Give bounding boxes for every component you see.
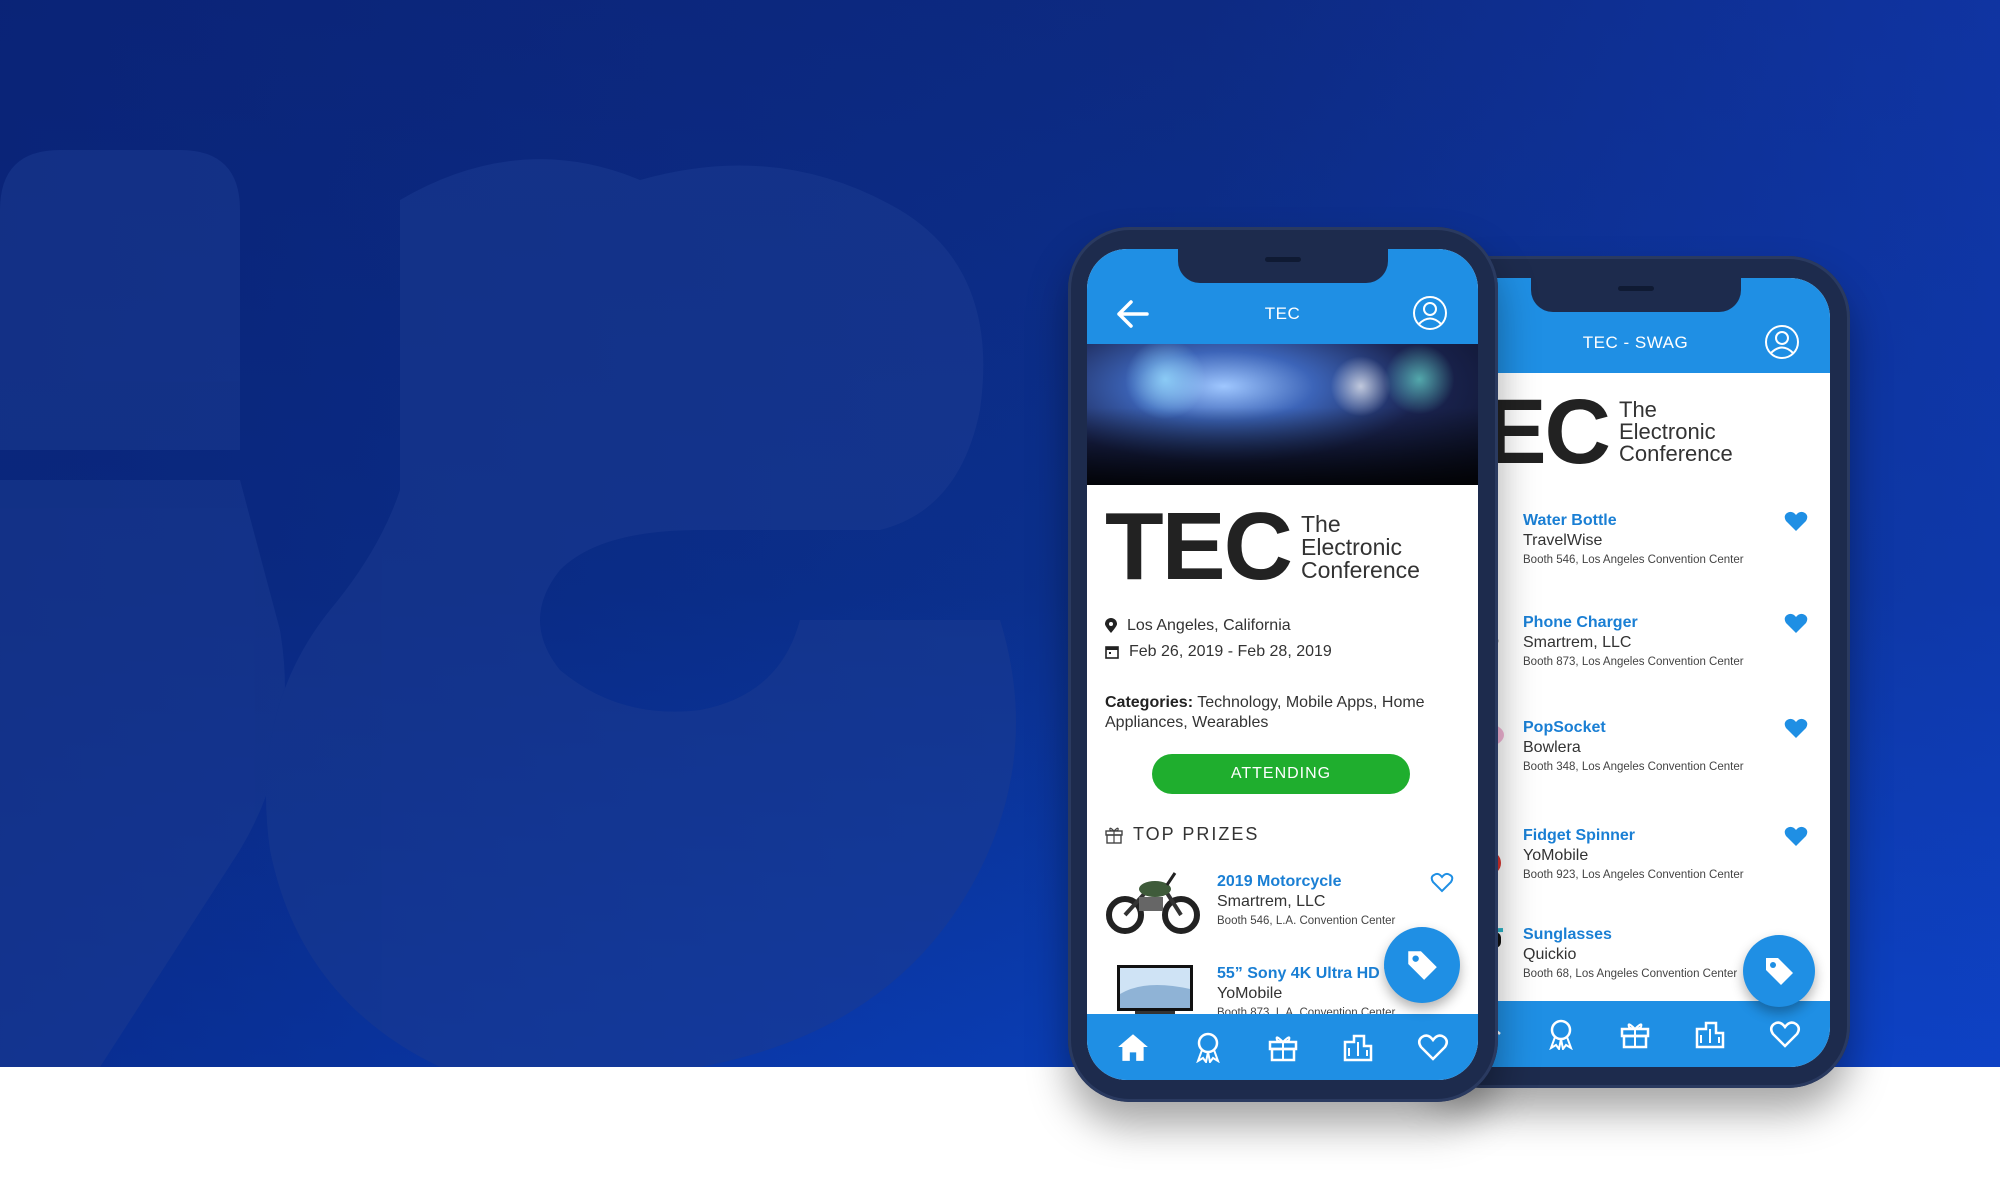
item-name[interactable]: Phone Charger <box>1523 614 1638 632</box>
item-company: YoMobile <box>1217 985 1283 1002</box>
item-booth: Booth 546, L.A. Convention Center <box>1217 915 1396 927</box>
tag-fab-button[interactable] <box>1743 935 1815 1007</box>
tab-exhibitors[interactable] <box>1338 1027 1378 1067</box>
favorite-heart-icon[interactable] <box>1784 510 1808 532</box>
event-brand-logo: TEC The Electronic Conference <box>1105 499 1420 595</box>
tab-prizes[interactable] <box>1263 1027 1303 1067</box>
favorite-heart-icon[interactable] <box>1784 717 1808 739</box>
location-text: Los Angeles, California <box>1127 617 1291 634</box>
tab-awards[interactable] <box>1188 1027 1228 1067</box>
item-company: YoMobile <box>1523 847 1589 864</box>
tag-icon <box>1766 958 1793 985</box>
tab-favorites[interactable] <box>1765 1014 1805 1054</box>
tab-awards[interactable] <box>1541 1014 1581 1054</box>
building-icon <box>1695 1021 1725 1049</box>
profile-icon[interactable] <box>1412 295 1448 331</box>
section-title-text: TOP PRIZES <box>1133 824 1260 844</box>
item-booth: Booth 873, Los Angeles Convention Center <box>1523 656 1744 668</box>
event-header-title: TEC <box>1264 304 1301 323</box>
brand-line-3: Conference <box>1301 556 1420 583</box>
item-company: Smartrem, LLC <box>1523 634 1632 651</box>
item-name[interactable]: 55” Sony 4K Ultra HD TV <box>1217 965 1405 983</box>
brand-fullname: The Electronic Conference <box>1619 399 1733 465</box>
brand-line-3: Conference <box>1619 441 1733 466</box>
swag-item[interactable]: Fidget Spinner YoMobile Booth 923, Los A… <box>1441 811 1830 901</box>
tab-favorites[interactable] <box>1413 1027 1453 1067</box>
swag-tab-bar <box>1441 1001 1830 1067</box>
phone-notch <box>1177 249 1388 283</box>
phone-speaker <box>1617 286 1654 291</box>
photo-crowd-lighting <box>1087 344 1478 485</box>
dates-text: Feb 26, 2019 - Feb 28, 2019 <box>1129 643 1332 660</box>
swag-screen: TEC - SWAG TEC The Electronic Conference… <box>1441 278 1830 1067</box>
heart-icon <box>1769 1021 1800 1048</box>
favorite-heart-icon[interactable] <box>1784 612 1808 634</box>
event-screen: TEC TEC The Electronic Conference Los An… <box>1087 249 1478 1080</box>
top-prizes-heading: TOP PRIZES <box>1105 824 1259 845</box>
attending-button[interactable]: ATTENDING <box>1152 754 1410 794</box>
favorite-heart-icon[interactable] <box>1784 825 1808 847</box>
item-name[interactable]: PopSocket <box>1523 719 1606 737</box>
heart-icon <box>1417 1034 1448 1061</box>
tab-exhibitors[interactable] <box>1690 1014 1730 1054</box>
item-booth: Booth 546, Los Angeles Convention Center <box>1523 554 1744 566</box>
item-company: Smartrem, LLC <box>1217 893 1326 910</box>
swag-item[interactable]: Water Bottle TravelWise Booth 546, Los A… <box>1441 496 1830 586</box>
event-dates: Feb 26, 2019 - Feb 28, 2019 <box>1105 643 1332 661</box>
item-company: Bowlera <box>1523 739 1581 756</box>
item-company: Quickio <box>1523 946 1577 963</box>
award-icon <box>1195 1032 1220 1063</box>
gift-icon <box>1105 827 1123 844</box>
phone-event-mockup: TEC TEC The Electronic Conference Los An… <box>1068 227 1498 1102</box>
phone-notch <box>1530 278 1741 312</box>
brand-watermark-icon <box>0 150 1016 1067</box>
categories-label: Categories: <box>1105 694 1194 711</box>
event-categories: Categories: Technology, Mobile Apps, Hom… <box>1105 693 1435 733</box>
item-name[interactable]: Fidget Spinner <box>1523 827 1635 845</box>
item-booth: Booth 923, Los Angeles Convention Center <box>1523 869 1744 881</box>
tag-fab-button[interactable] <box>1384 927 1460 1003</box>
tag-icon <box>1408 951 1437 980</box>
swag-item[interactable]: Phone Charger Smartrem, LLC Booth 873, L… <box>1441 598 1830 688</box>
item-name[interactable]: Sunglasses <box>1523 926 1612 944</box>
event-tab-bar <box>1087 1014 1478 1080</box>
award-icon <box>1549 1019 1573 1050</box>
swag-item[interactable]: PopSocket Bowlera Booth 348, Los Angeles… <box>1441 703 1830 793</box>
gift-icon <box>1621 1023 1650 1049</box>
brand-fullname: The Electronic Conference <box>1301 512 1420 583</box>
brand-acronym: TEC <box>1105 493 1293 600</box>
tab-home[interactable] <box>1113 1027 1153 1067</box>
gift-icon <box>1268 1036 1297 1062</box>
event-hero-photo <box>1087 344 1478 485</box>
swag-header-title: TEC - SWAG <box>1582 333 1689 352</box>
item-name[interactable]: 2019 Motorcycle <box>1217 873 1342 891</box>
profile-icon[interactable] <box>1764 324 1800 360</box>
item-company: TravelWise <box>1523 532 1603 549</box>
calendar-icon <box>1105 646 1119 659</box>
back-arrow-icon[interactable] <box>1113 298 1151 330</box>
item-name[interactable]: Water Bottle <box>1523 512 1617 530</box>
item-booth: Booth 68, Los Angeles Convention Center <box>1523 968 1738 980</box>
event-location: Los Angeles, California <box>1105 617 1291 635</box>
phone-speaker <box>1264 257 1301 262</box>
location-pin-icon <box>1105 618 1117 633</box>
favorite-heart-outline-icon[interactable] <box>1430 871 1454 893</box>
building-icon <box>1343 1034 1372 1062</box>
item-booth: Booth 348, Los Angeles Convention Center <box>1523 761 1744 773</box>
tab-prizes[interactable] <box>1615 1014 1655 1054</box>
motorcycle-image <box>1106 872 1200 934</box>
home-icon <box>1117 1034 1148 1061</box>
